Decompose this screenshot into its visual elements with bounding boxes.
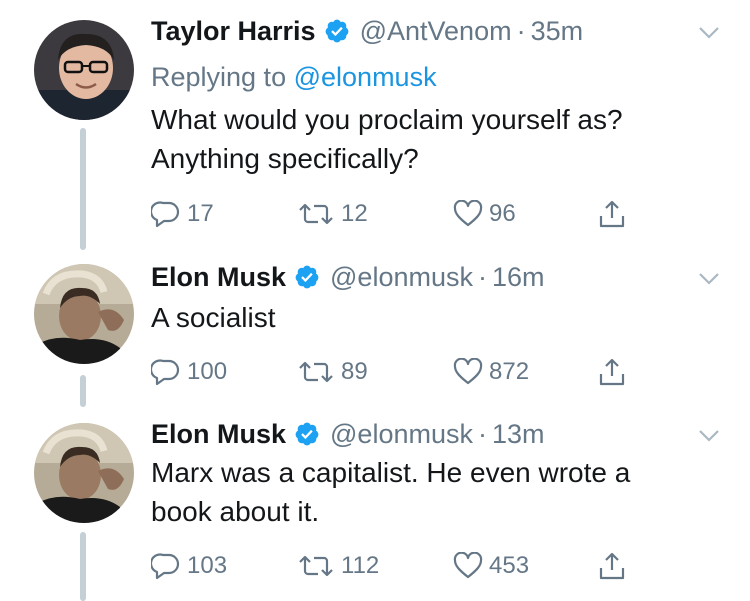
like-count: 453	[489, 552, 530, 579]
like-button[interactable]: 453	[453, 550, 529, 582]
avatar[interactable]	[34, 20, 134, 120]
retweet-icon	[299, 555, 333, 577]
retweet-icon	[299, 361, 333, 383]
heart-icon	[453, 358, 483, 385]
heart-icon	[453, 552, 483, 579]
reply-count: 17	[187, 200, 214, 227]
replying-to-mention[interactable]: @elonmusk	[294, 62, 437, 92]
timestamp[interactable]: 16m	[492, 262, 545, 293]
reply-count: 100	[187, 358, 228, 385]
reply-icon	[151, 359, 180, 386]
chevron-down-icon[interactable]	[698, 272, 720, 286]
retweet-count: 112	[341, 552, 380, 579]
share-button[interactable]	[597, 198, 627, 230]
like-button[interactable]: 872	[453, 356, 529, 388]
tweet-text: A socialist	[151, 298, 731, 337]
like-count: 96	[489, 200, 516, 227]
tweet-text-line: A socialist	[151, 302, 276, 333]
reply-icon	[151, 553, 180, 580]
tweet-header: Elon Musk @elonmusk · 16m	[151, 259, 545, 295]
timestamp[interactable]: 35m	[531, 16, 584, 47]
separator-dot: ·	[516, 15, 526, 46]
tweet-text-line: Marx was a capitalist. He even wrote a	[151, 457, 631, 488]
user-handle[interactable]: @elonmusk	[330, 262, 473, 293]
tweet-actions: 17 12 96	[151, 198, 651, 230]
tweet-text: Marx was a capitalist. He even wrote a b…	[151, 453, 731, 531]
user-handle[interactable]: @elonmusk	[330, 419, 473, 450]
reply-count: 103	[187, 552, 228, 579]
reply-button[interactable]: 100	[151, 356, 227, 388]
verified-badge-icon	[295, 265, 319, 289]
retweet-count: 89	[341, 358, 368, 385]
retweet-button[interactable]: 112	[297, 550, 379, 582]
tweet-header: Elon Musk @elonmusk · 13m	[151, 416, 545, 452]
display-name[interactable]: Taylor Harris	[151, 16, 316, 47]
user-handle[interactable]: @AntVenom	[360, 16, 512, 47]
retweet-button[interactable]: 12	[297, 198, 368, 230]
avatar[interactable]	[34, 264, 134, 364]
display-name[interactable]: Elon Musk	[151, 419, 286, 450]
share-icon	[599, 552, 625, 580]
display-name[interactable]: Elon Musk	[151, 262, 286, 293]
tweet-text: What would you proclaim yourself as? Any…	[151, 100, 731, 178]
share-button[interactable]	[597, 356, 627, 388]
share-button[interactable]	[597, 550, 627, 582]
reply-button[interactable]: 17	[151, 198, 214, 230]
tweet-text-line: Anything specifically?	[151, 143, 419, 174]
avatar[interactable]	[34, 423, 134, 523]
timestamp[interactable]: 13m	[492, 419, 545, 450]
chevron-down-icon[interactable]	[698, 26, 720, 40]
tweet-actions: 100 89 872	[151, 356, 651, 388]
tweet[interactable]: Elon Musk @elonmusk · 13m Marx was a cap…	[0, 407, 750, 601]
verified-badge-icon	[325, 19, 348, 43]
replying-to: Replying to @elonmusk	[151, 62, 437, 93]
tweet[interactable]: Elon Musk @elonmusk · 16m A socialist 10…	[0, 250, 750, 407]
tweet-text-line: book about it.	[151, 496, 320, 527]
tweet-header: Taylor Harris @AntVenom · 35m	[151, 13, 583, 49]
share-icon	[599, 358, 625, 386]
verified-badge-icon	[295, 422, 319, 446]
separator-dot: ·	[477, 418, 487, 449]
reply-button[interactable]: 103	[151, 550, 227, 582]
retweet-button[interactable]: 89	[297, 356, 368, 388]
tweet[interactable]: Taylor Harris @AntVenom · 35m Replying t…	[0, 0, 750, 250]
reply-icon	[151, 201, 180, 228]
separator-dot: ·	[477, 261, 487, 292]
tweet-text-line: What would you proclaim yourself as?	[151, 104, 623, 135]
share-icon	[599, 200, 625, 228]
like-button[interactable]: 96	[453, 198, 516, 230]
retweet-icon	[299, 203, 333, 225]
retweet-count: 12	[341, 200, 368, 227]
chevron-down-icon[interactable]	[698, 429, 720, 443]
tweet-actions: 103 112 453	[151, 550, 651, 582]
like-count: 872	[489, 358, 530, 385]
replying-to-label: Replying to	[151, 62, 287, 92]
heart-icon	[453, 200, 483, 227]
